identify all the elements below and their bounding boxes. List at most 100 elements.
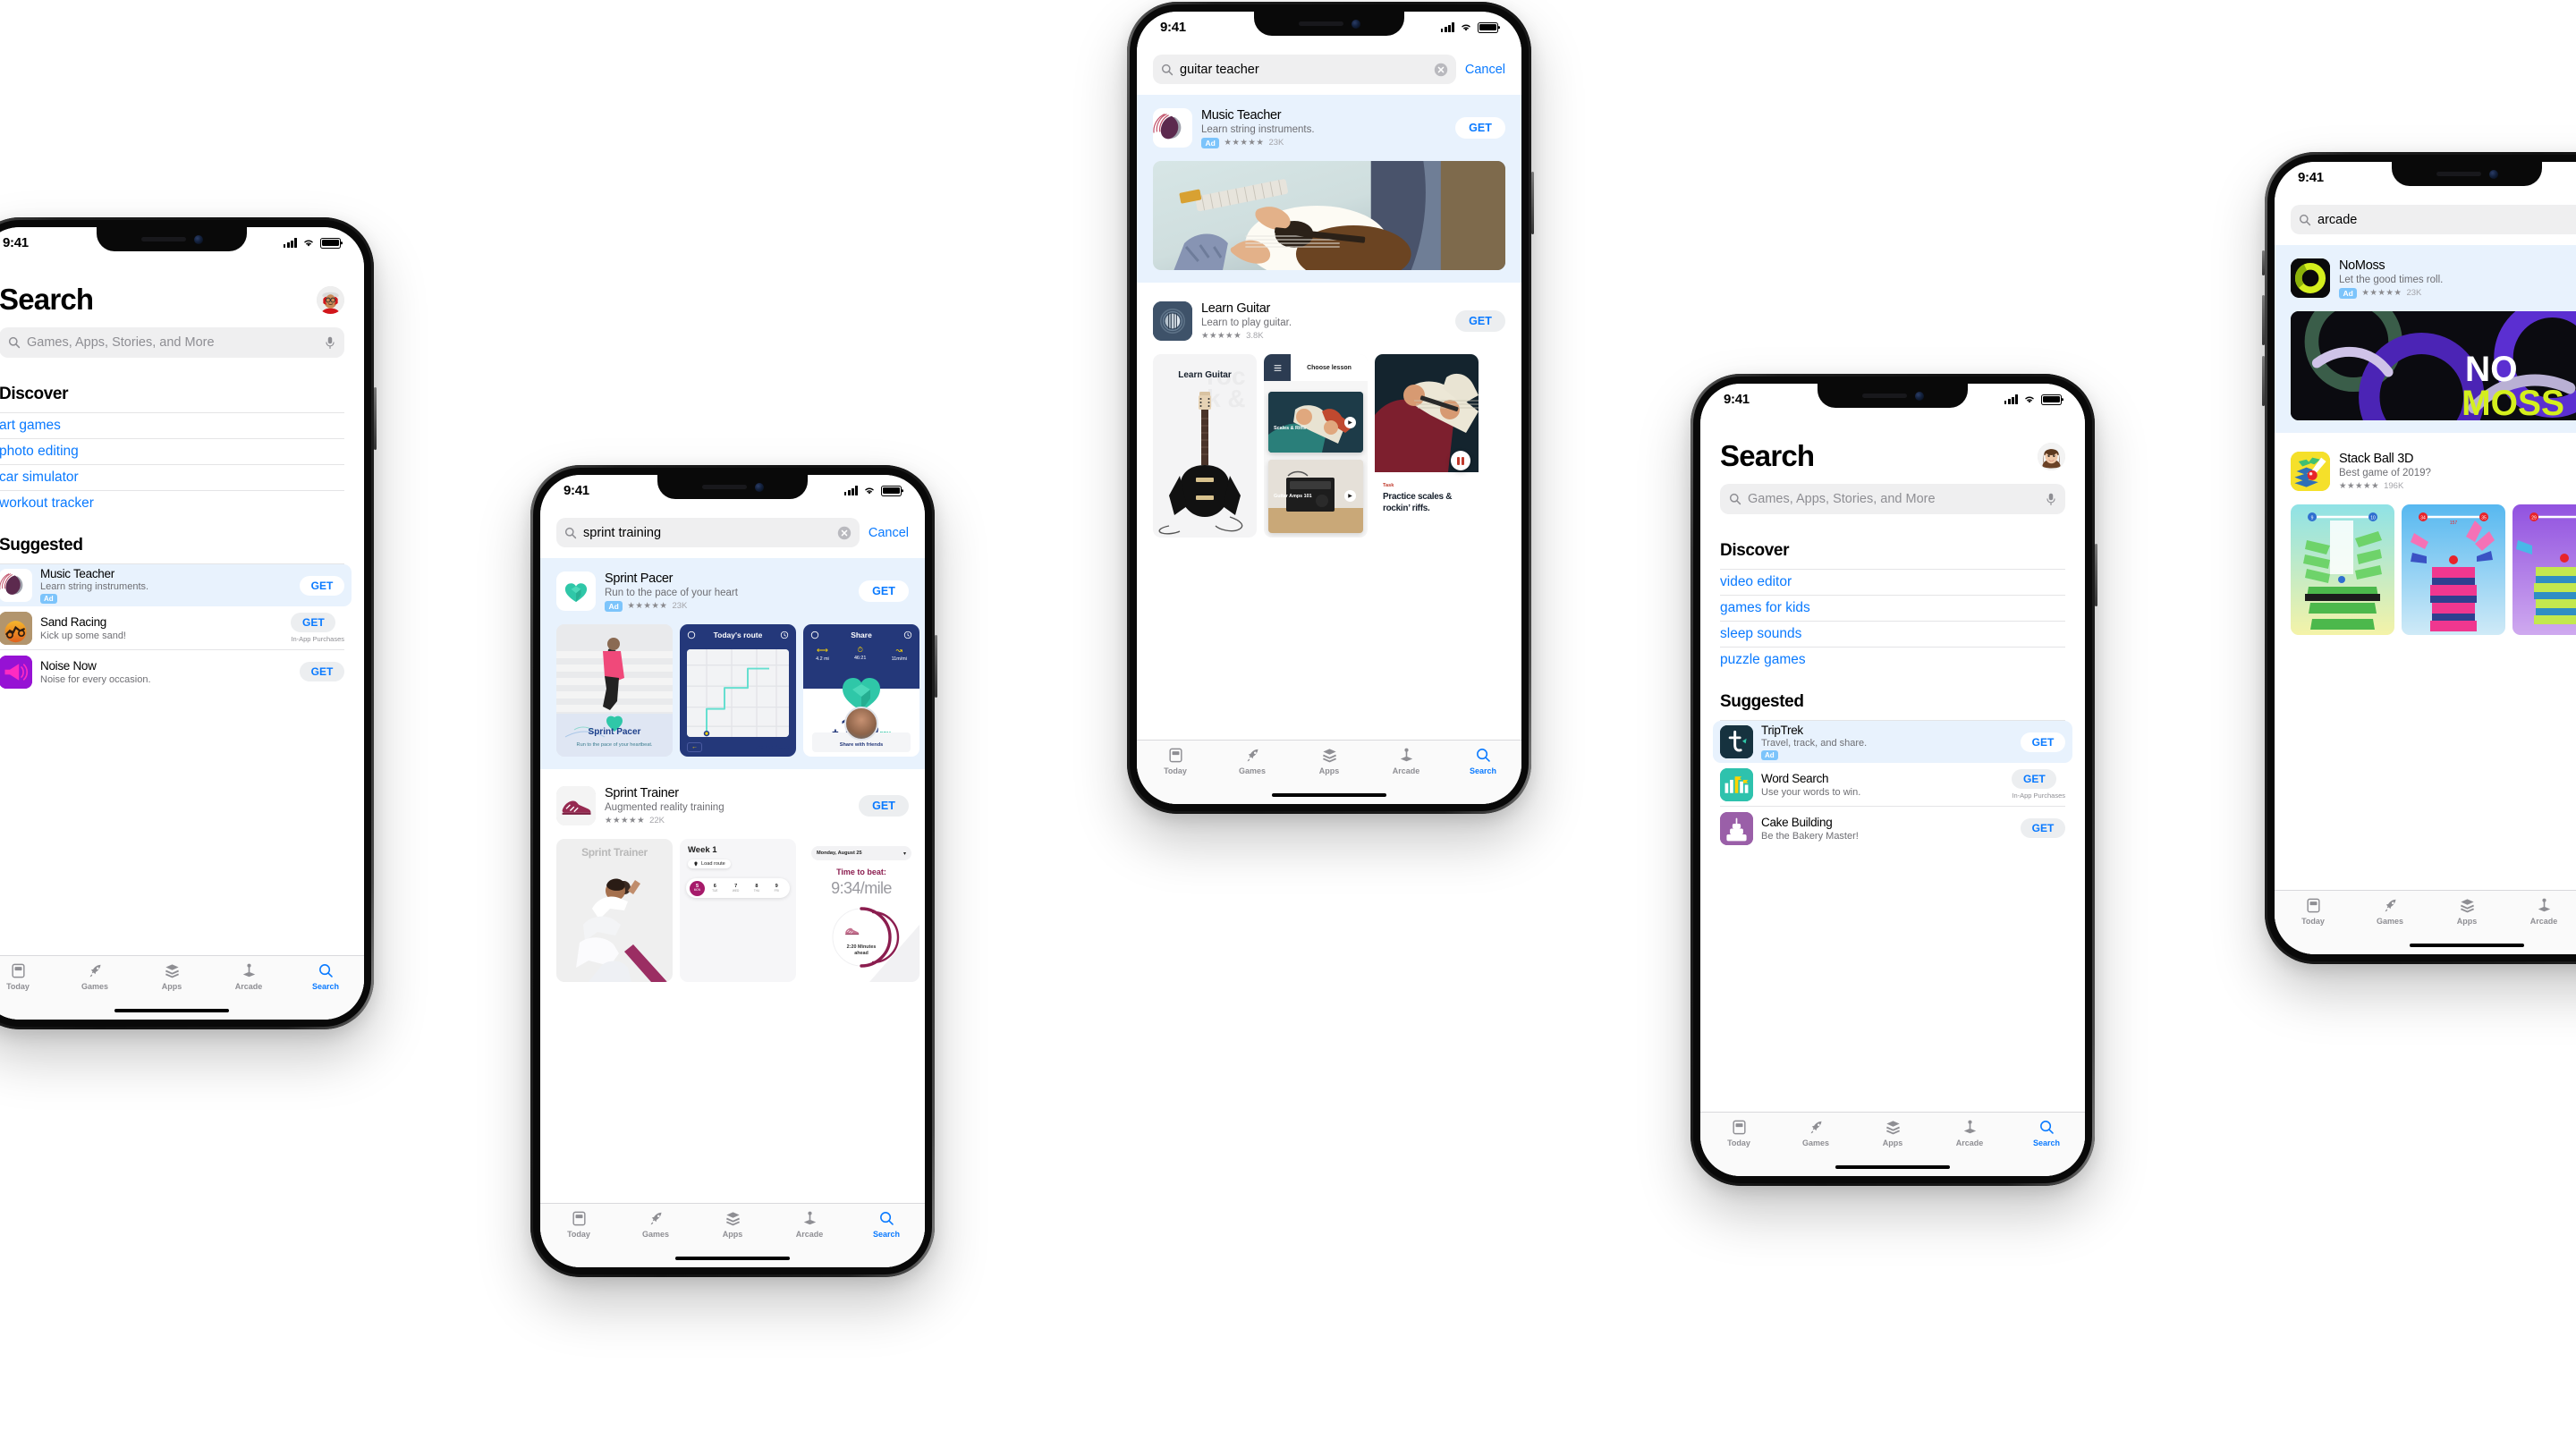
screenshot-strip[interactable]: rock & Learn Guitar Choose lesson Scales…	[1153, 354, 1505, 538]
app-row[interactable]: NoMoss Let the good times roll. Ad ★★★★★…	[2291, 254, 2576, 302]
tab-apps[interactable]: Apps	[1854, 1119, 1931, 1147]
app-row[interactable]: Learn Guitar Learn to play guitar. ★★★★★…	[1153, 297, 1505, 345]
search-input[interactable]: arcade	[2291, 205, 2576, 234]
tab-arcade[interactable]: Arcade	[771, 1210, 848, 1239]
discover-item-0[interactable]: video editor	[1720, 570, 2065, 595]
tab-games[interactable]: Games	[56, 962, 133, 991]
avatar[interactable]	[317, 285, 344, 314]
get-button[interactable]: GET	[859, 795, 909, 817]
get-button[interactable]: GET	[291, 613, 336, 632]
mic-icon[interactable]	[325, 336, 335, 350]
discover-item-1[interactable]: games for kids	[1720, 596, 2065, 621]
lesson-card-1[interactable]: Scales & Riffs ▶	[1268, 392, 1363, 453]
tab-today[interactable]: Today	[2275, 897, 2351, 926]
volume-button[interactable]	[935, 635, 937, 698]
tab-today[interactable]: Today	[1137, 747, 1214, 775]
get-button[interactable]: GET	[300, 575, 344, 596]
tab-games[interactable]: Games	[617, 1210, 694, 1239]
screenshot-strip[interactable]: 9 10 34 35 157 29	[2291, 504, 2576, 635]
app-screenshot[interactable]: Sprint Pacer Run to the pace of your hea…	[556, 624, 673, 757]
app-screenshot[interactable]: Task Practice scales & rockin’ riffs.	[1375, 354, 1479, 538]
tab-today[interactable]: Today	[1700, 1119, 1777, 1147]
volume-button[interactable]	[2095, 544, 2097, 606]
discover-item-0[interactable]: art games	[0, 413, 344, 438]
home-indicator[interactable]	[1272, 793, 1386, 797]
clear-icon[interactable]	[1434, 63, 1448, 77]
get-button[interactable]: GET	[300, 662, 344, 681]
tab-search[interactable]: Search	[2008, 1119, 2085, 1147]
pause-icon[interactable]	[1451, 451, 1470, 470]
app-screenshot[interactable]: 34 35 157	[2402, 504, 2505, 635]
home-indicator[interactable]	[114, 1009, 229, 1012]
app-screenshot[interactable]: Choose lesson Scales & Riffs ▶ Guitar Am…	[1264, 354, 1368, 538]
search-input[interactable]: sprint training	[556, 518, 860, 547]
app-row[interactable]: Sprint Trainer Augmented reality trainin…	[556, 782, 909, 830]
app-row[interactable]: Sprint Pacer Run to the pace of your hea…	[556, 567, 909, 615]
tab-search[interactable]: Search	[1445, 747, 1521, 775]
tab-games[interactable]: Games	[1214, 747, 1291, 775]
play-icon[interactable]: ▶	[1344, 490, 1356, 502]
suggested-app-row[interactable]: TripTrek Travel, track, and share. Ad GE…	[1713, 721, 2072, 763]
app-screenshot[interactable]: 9 10	[2291, 504, 2394, 635]
home-indicator[interactable]	[1835, 1165, 1950, 1169]
search-input[interactable]: Games, Apps, Stories, and More	[1720, 484, 2065, 514]
discover-item-2[interactable]: car simulator	[0, 465, 344, 490]
volume-button[interactable]	[1531, 172, 1534, 234]
home-indicator[interactable]	[2410, 944, 2524, 947]
tab-apps[interactable]: Apps	[133, 962, 210, 991]
suggested-app-row[interactable]: Noise Now Noise for every occasion. GET	[0, 650, 344, 693]
app-screenshot[interactable]: rock & Learn Guitar	[1153, 354, 1257, 538]
discover-item-3[interactable]: workout tracker	[0, 491, 344, 516]
tab-arcade[interactable]: Arcade	[1368, 747, 1445, 775]
cancel-button[interactable]: Cancel	[869, 526, 909, 540]
tab-today[interactable]: Today	[540, 1210, 617, 1239]
suggested-app-row[interactable]: Word Search Use your words to win. GET I…	[1720, 763, 2065, 806]
app-screenshot[interactable]: Week 1 Load route 5 MON 6 TUE 7 WED 8 TH…	[680, 839, 796, 982]
cancel-button[interactable]: Cancel	[1465, 63, 1505, 77]
tab-today[interactable]: Today	[0, 962, 56, 991]
avatar[interactable]	[2038, 442, 2065, 470]
app-row[interactable]: Music Teacher Learn string instruments. …	[1153, 104, 1505, 152]
search-input[interactable]: guitar teacher	[1153, 55, 1456, 84]
get-button[interactable]: GET	[1455, 117, 1505, 139]
tab-arcade[interactable]: Arcade	[2505, 897, 2576, 926]
search-input[interactable]: Games, Apps, Stories, and More	[0, 327, 344, 358]
get-button[interactable]: GET	[859, 580, 909, 602]
silent-switch[interactable]	[2262, 250, 2265, 275]
lesson-card-2[interactable]: Guitar Amps 101 ▶	[1268, 460, 1363, 533]
tab-apps[interactable]: Apps	[694, 1210, 771, 1239]
app-screenshot[interactable]: Monday, August 25 ▾ Time to beat: 9:34/m…	[803, 839, 919, 982]
get-button[interactable]: GET	[2021, 732, 2065, 752]
tab-arcade[interactable]: Arcade	[1931, 1119, 2008, 1147]
suggested-app-row[interactable]: Music Teacher Learn string instruments. …	[0, 564, 352, 606]
suggested-app-row[interactable]: Sand Racing Kick up some sand! GET In-Ap…	[0, 606, 344, 649]
tab-apps[interactable]: Apps	[2428, 897, 2505, 926]
tab-apps[interactable]: Apps	[1291, 747, 1368, 775]
app-screenshot[interactable]: 29 30	[2512, 504, 2576, 635]
app-screenshot[interactable]: Sprint Trainer	[556, 839, 673, 982]
suggested-app-row[interactable]: Cake Building Be the Bakery Master! GET	[1720, 807, 2065, 850]
nomoss-hero[interactable]: NO MOSS	[2291, 311, 2576, 420]
tab-games[interactable]: Games	[2351, 897, 2428, 926]
discover-item-3[interactable]: puzzle games	[1720, 648, 2065, 673]
tab-search[interactable]: Search	[848, 1210, 925, 1239]
tab-search[interactable]: Search	[287, 962, 364, 991]
home-indicator[interactable]	[675, 1257, 790, 1260]
get-button[interactable]: GET	[2021, 818, 2065, 838]
get-button[interactable]: GET	[2012, 769, 2057, 789]
app-screenshot[interactable]: Share ⟷ 4.2 mi ⏱ 46:21 ↝ 11m/mi Share wi…	[803, 624, 919, 757]
volume-up-button[interactable]	[2262, 295, 2265, 345]
discover-item-2[interactable]: sleep sounds	[1720, 622, 2065, 647]
discover-item-1[interactable]: photo editing	[0, 439, 344, 464]
tab-games[interactable]: Games	[1777, 1119, 1854, 1147]
app-row[interactable]: Stack Ball 3D Best game of 2019? ★★★★★ 1…	[2291, 447, 2576, 495]
volume-down-button[interactable]	[2262, 356, 2265, 406]
mic-icon[interactable]	[2046, 493, 2056, 506]
tab-arcade[interactable]: Arcade	[210, 962, 287, 991]
guitar-photo[interactable]	[1153, 161, 1505, 270]
play-icon[interactable]: ▶	[1344, 417, 1356, 428]
screenshot-strip[interactable]: Sprint Trainer Week 1 Load route 5 MON 6…	[556, 839, 919, 982]
volume-button[interactable]	[374, 387, 377, 450]
app-screenshot[interactable]: Today's route ← End Workout	[680, 624, 796, 757]
clear-icon[interactable]	[837, 526, 852, 540]
